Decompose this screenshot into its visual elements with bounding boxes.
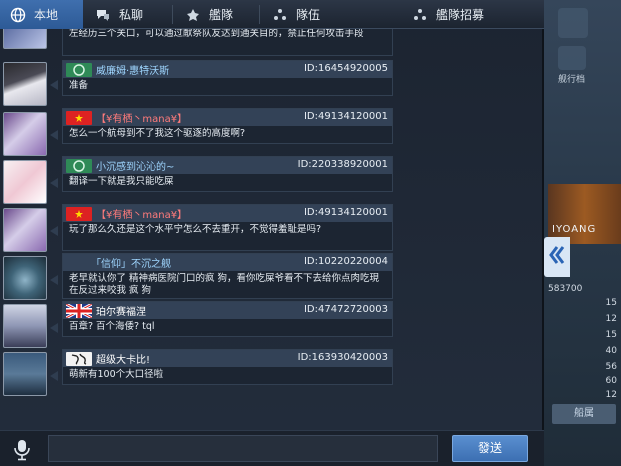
event-banner[interactable]: IYOANG: [548, 184, 621, 244]
avatar[interactable]: [3, 352, 47, 396]
message-text: 玩了那么久还是这个水平宁怎么不去重开，不觉得羞耻是吗?: [69, 224, 322, 235]
avatar[interactable]: [3, 112, 47, 156]
banner-text: IYOANG: [552, 224, 597, 235]
message-text: 老早就认你了 精神病医院门口的疯 狗，看你吃屎爷看不下去给你点肉吃現在反过来咬我…: [69, 273, 380, 296]
sender-name[interactable]: 「信仰」不沉之舰: [91, 255, 171, 270]
message-text: 怎么一个航母到不了我这个驱逐的高度啊?: [69, 128, 246, 139]
avatar[interactable]: [3, 62, 47, 106]
message-bubble: 威廉姆·惠特沃斯 ID:16454920005 准备: [62, 60, 393, 96]
chat-input[interactable]: [48, 435, 438, 462]
sender-id: ID:163930420003: [297, 352, 388, 363]
sender-name[interactable]: 超级大卡比!: [96, 351, 150, 366]
tab-label: 艦隊招募: [436, 8, 485, 22]
message-bubble: 剧，游戏开始后dd可以往中间移动，可以做出一些关口阻挡，dd将从右到左经历三个关…: [62, 29, 393, 56]
backdrop-button[interactable]: 船属: [552, 404, 616, 424]
prc-flag-icon: [66, 206, 92, 221]
avatar[interactable]: [3, 304, 47, 348]
anchor-icon[interactable]: [558, 8, 588, 38]
prc-flag-icon: [66, 110, 92, 125]
stat-value: 40: [605, 346, 617, 356]
sender-id: ID:16454920005: [303, 63, 388, 74]
recruit-dots-icon: [410, 5, 430, 25]
message-bubble: 珀尔赛福涅 ID:47472720003 百章? 百个海倭? tql: [62, 301, 393, 337]
calligraphy-badge-icon: [66, 351, 92, 366]
double-chevron-left-icon: [548, 244, 566, 270]
message-text: 剧，游戏开始后dd可以往中间移动，可以做出一些关口阻挡，dd将从右到左经历三个关…: [69, 29, 364, 39]
stat-value: 12: [605, 390, 617, 400]
send-button[interactable]: 發送: [452, 435, 528, 462]
message-bubble: 小沉感到沁沁的~ ID:220338920001 翻译一下就是我只能吃屎: [62, 156, 393, 192]
collapse-chat-button[interactable]: [544, 237, 570, 277]
stat-value: 56: [605, 362, 617, 372]
sender-id: ID:10220220004: [303, 256, 388, 267]
tab-label: 艦隊: [209, 8, 234, 22]
tab-local[interactable]: 本地: [0, 0, 83, 29]
message-bubble: 超级大卡比! ID:163930420003 萌新有100个大口径啦: [62, 349, 393, 385]
avatar[interactable]: [3, 29, 47, 49]
tab-label: 私聊: [119, 8, 144, 22]
message-text: 百章? 百个海倭? tql: [69, 321, 155, 332]
tab-fleet[interactable]: 艦隊: [173, 0, 260, 29]
sender-name[interactable]: 威廉姆·惠特沃斯: [96, 62, 169, 77]
avatar[interactable]: [3, 160, 47, 204]
sender-id: ID:49134120001: [303, 207, 388, 218]
stat-value: 15: [605, 298, 617, 308]
backdrop-label: 舰行档: [558, 75, 586, 85]
avatar[interactable]: [3, 256, 47, 300]
sender-name[interactable]: 【¥有栖丶mana¥】: [96, 206, 187, 221]
green-badge-icon: [66, 62, 92, 77]
message-bubble: 【¥有栖丶mana¥】 ID:49134120001 玩了那么久还是这个水平宁怎…: [62, 204, 393, 251]
sender-name[interactable]: 小沉感到沁沁的~: [96, 158, 174, 173]
stat-value: 15: [605, 330, 617, 340]
sender-id: ID:220338920001: [297, 159, 388, 170]
input-bar: 發送: [0, 430, 544, 466]
message-list[interactable]: 剧，游戏开始后dd可以往中间移动，可以做出一些关口阻挡，dd将从右到左经历三个关…: [0, 29, 544, 430]
chat-tab-bar: 本地 私聊 艦隊 隊伍 艦隊招募: [0, 0, 544, 29]
message-text: 翻译一下就是我只能吃屎: [69, 176, 174, 187]
microphone-icon[interactable]: [12, 439, 32, 461]
message-bubble: 【¥有栖丶mana¥】 ID:49134120001 怎么一个航母到不了我这个驱…: [62, 108, 393, 144]
message-text: 萌新有100个大口径啦: [69, 369, 164, 380]
tab-private-chat[interactable]: 私聊: [83, 0, 173, 29]
stat-value: 12: [605, 314, 617, 324]
globe-icon: [8, 5, 28, 25]
message-bubble: 「信仰」不沉之舰 ID:10220220004 老早就认你了 精神病医院门口的疯…: [62, 253, 393, 299]
message-text: 准备: [69, 80, 89, 91]
sender-id: ID:47472720003: [303, 304, 388, 315]
team-dots-icon: [270, 5, 290, 25]
avatar[interactable]: [3, 208, 47, 252]
fleet-emblem-icon: [183, 5, 203, 25]
tab-label: 本地: [34, 8, 59, 22]
chat-bubble-icon: [93, 5, 113, 25]
uk-flag-icon: [66, 303, 92, 318]
tab-fleet-recruit[interactable]: 艦隊招募: [350, 0, 544, 29]
sender-id: ID:49134120001: [303, 111, 388, 122]
sender-name[interactable]: 【¥有栖丶mana¥】: [96, 110, 187, 125]
tab-team[interactable]: 隊伍: [260, 0, 350, 29]
stat-value: 583700: [548, 284, 583, 294]
stat-value: 60: [605, 376, 617, 386]
chat-panel: 本地 私聊 艦隊 隊伍 艦隊招募 左经历三个关口，可以通过献祭队友达到通关目的，…: [0, 0, 544, 466]
green-badge-icon: [66, 158, 92, 173]
sender-name[interactable]: 珀尔赛福涅: [96, 303, 146, 318]
menu-icon[interactable]: [558, 46, 586, 70]
tab-label: 隊伍: [296, 8, 321, 22]
